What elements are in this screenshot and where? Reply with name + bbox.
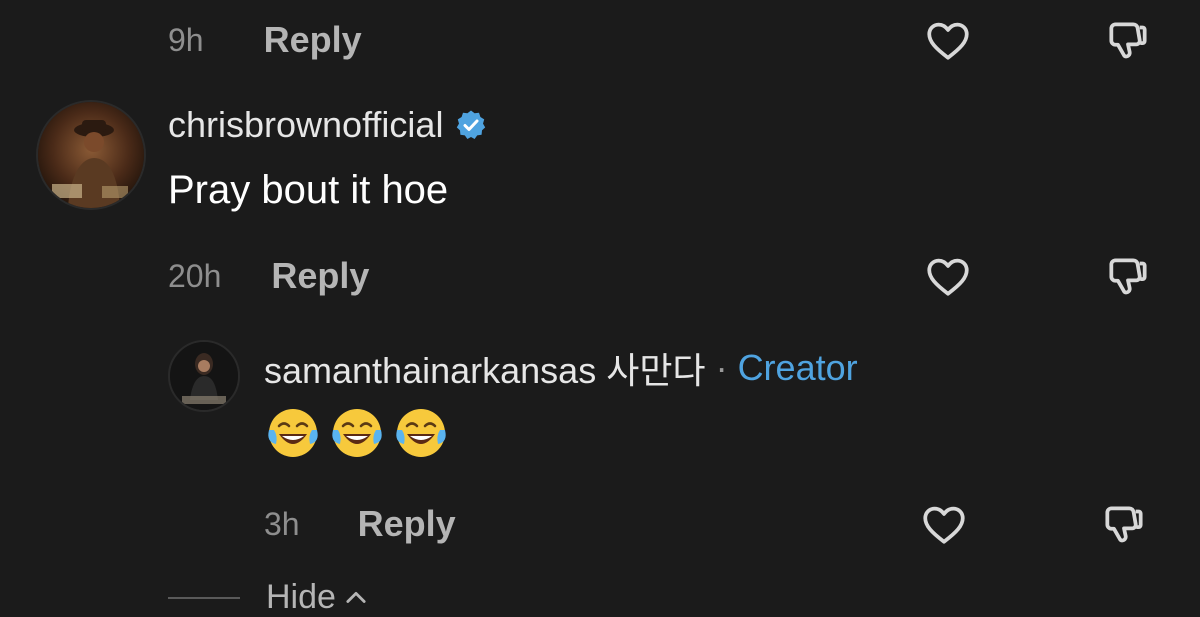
- divider: [168, 596, 240, 599]
- verified-badge-icon: [455, 109, 487, 141]
- hide-replies-toggle[interactable]: Hide: [168, 578, 370, 617]
- comment-timestamp: 3h: [264, 505, 300, 542]
- avatar[interactable]: [168, 340, 240, 412]
- comment-username[interactable]: chrisbrownofficial: [168, 104, 487, 146]
- comment-meta-row: 3h Reply: [264, 494, 456, 554]
- profile-photo: [38, 102, 144, 208]
- thumbs-down-icon: [1109, 22, 1147, 59]
- heart-icon: [927, 22, 969, 60]
- face-with-tears-of-joy-icon: [396, 409, 446, 457]
- thumbs-down-icon: [1109, 258, 1147, 295]
- face-with-tears-of-joy-icon: [268, 409, 318, 457]
- comment-meta-row: 9h Reply: [168, 10, 362, 70]
- reply-button[interactable]: Reply: [264, 19, 362, 61]
- thumbs-down-icon: [1105, 506, 1143, 543]
- chevron-up-icon: [346, 591, 366, 603]
- username-text[interactable]: samanthainarkansas 사만다: [264, 342, 706, 394]
- dislike-button[interactable]: [1098, 10, 1158, 70]
- heart-icon: [923, 506, 965, 544]
- like-button[interactable]: [918, 10, 978, 70]
- reply-button[interactable]: Reply: [358, 503, 456, 545]
- comment-username[interactable]: samanthainarkansas 사만다 · Creator: [264, 342, 858, 394]
- like-button[interactable]: [918, 246, 978, 306]
- comment-text: [264, 404, 450, 462]
- separator-dot: ·: [715, 347, 728, 388]
- dislike-button[interactable]: [1094, 494, 1154, 554]
- face-with-tears-of-joy-icon: [332, 409, 382, 457]
- creator-badge: Creator: [737, 347, 858, 388]
- dislike-button[interactable]: [1098, 246, 1158, 306]
- profile-photo: [170, 342, 238, 410]
- hide-replies-label[interactable]: Hide: [266, 578, 336, 617]
- heart-icon: [927, 258, 969, 296]
- comment-meta-row: 20h Reply: [168, 246, 369, 306]
- comment-timestamp: 9h: [168, 21, 204, 58]
- like-button[interactable]: [914, 494, 974, 554]
- comment-timestamp: 20h: [168, 257, 222, 294]
- comment-text: Pray bout it hoe: [168, 168, 449, 212]
- username-text[interactable]: chrisbrownofficial: [168, 104, 443, 146]
- reply-button[interactable]: Reply: [271, 255, 369, 297]
- avatar[interactable]: [36, 100, 146, 210]
- comment-thread: 9h Reply chrisbrownofficial Pray bout it…: [0, 0, 1200, 617]
